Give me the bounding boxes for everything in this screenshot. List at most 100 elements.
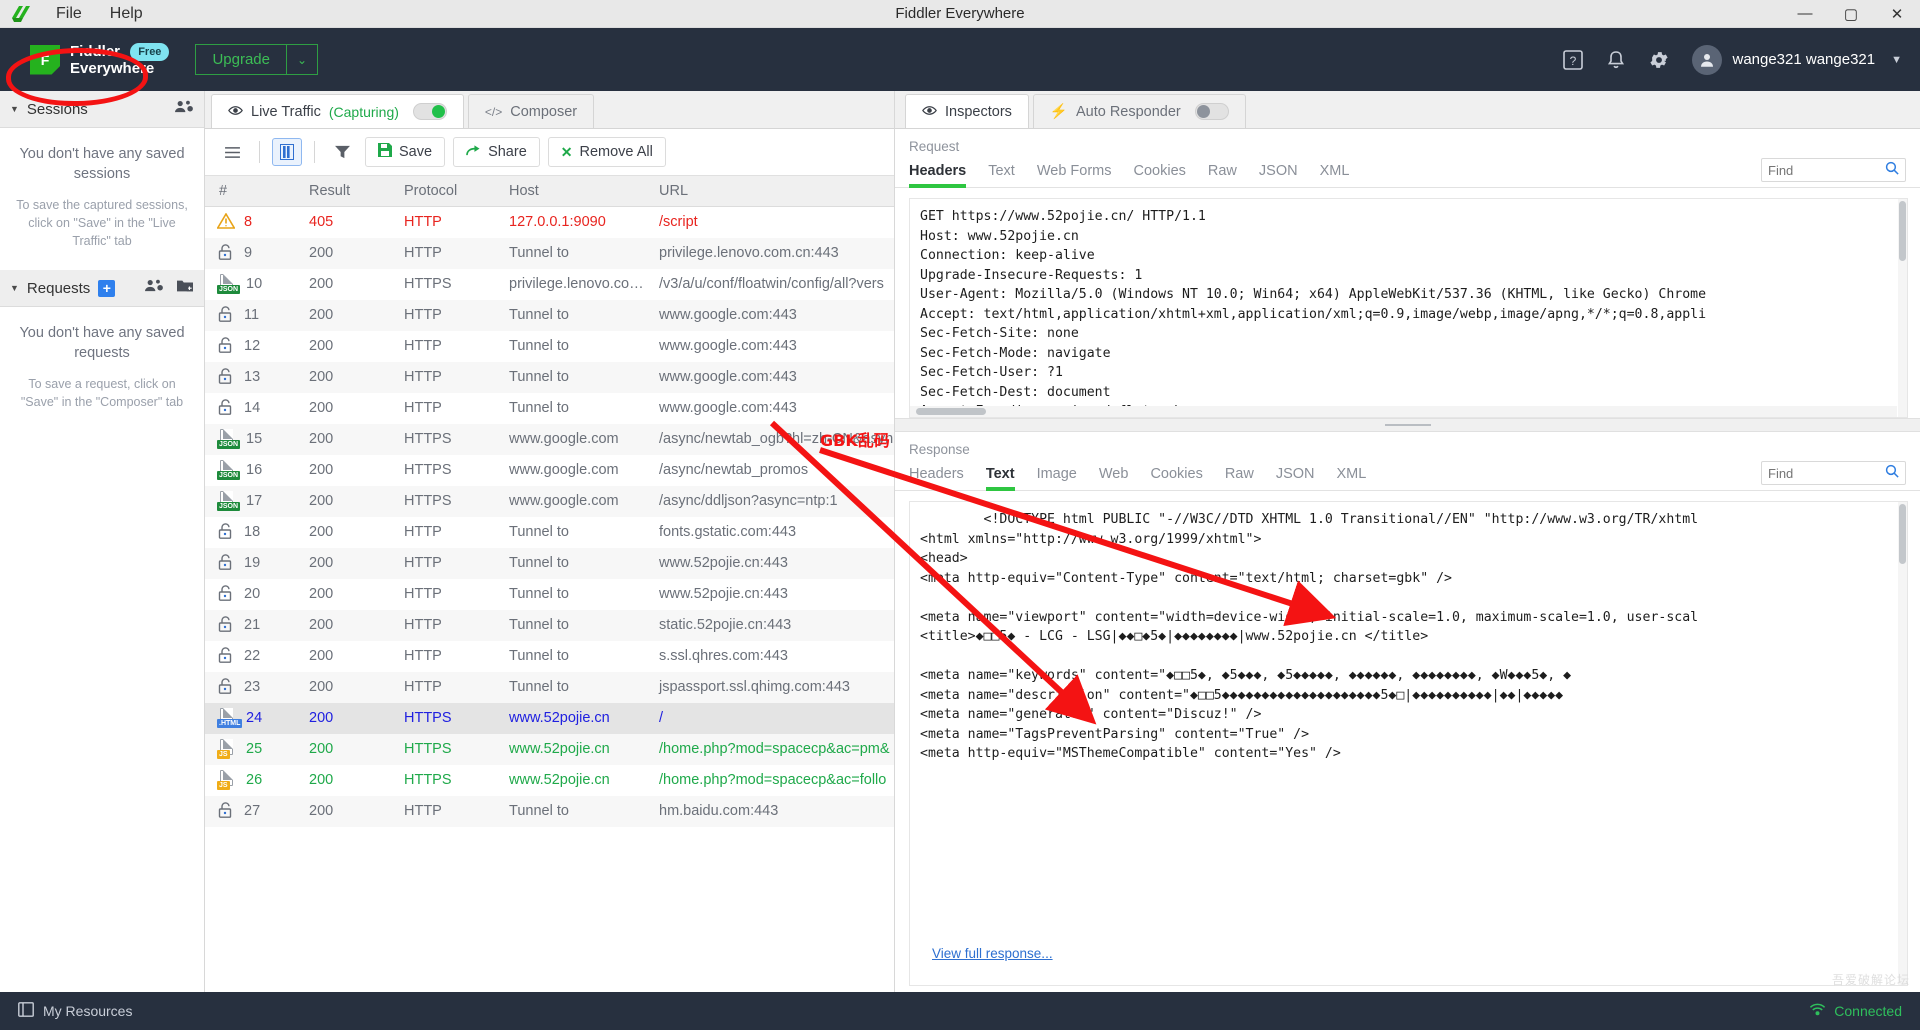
table-row[interactable]: 27 200 HTTP Tunnel to hm.baidu.com:443 xyxy=(205,796,894,827)
response-tab-text[interactable]: Text xyxy=(985,466,1015,491)
tab-composer[interactable]: </> Composer xyxy=(467,94,595,128)
response-tab-image[interactable]: Image xyxy=(1037,466,1077,490)
maximize-icon[interactable]: ▢ xyxy=(1828,0,1874,28)
response-find-input[interactable] xyxy=(1768,465,1885,481)
row-number: 22 xyxy=(244,648,261,664)
gear-icon[interactable] xyxy=(1648,49,1670,71)
table-row[interactable]: 14 200 HTTP Tunnel to www.google.com:443 xyxy=(205,393,894,424)
tab-live-traffic[interactable]: Live Traffic (Capturing) xyxy=(211,94,464,128)
minimize-icon[interactable]: — xyxy=(1782,0,1828,28)
request-tab-text[interactable]: Text xyxy=(988,163,1015,187)
table-row[interactable]: JSON 16 200 HTTPS www.google.com/async/newta… xyxy=(205,455,894,486)
bolt-icon: ⚡ xyxy=(1049,104,1068,120)
response-tab-xml[interactable]: XML xyxy=(1337,466,1367,490)
table-row[interactable]: 13 200 HTTP Tunnel to www.google.com:443 xyxy=(205,362,894,393)
request-find-input[interactable] xyxy=(1768,162,1885,178)
upgrade-chevron-down-icon[interactable]: ⌄ xyxy=(286,44,319,75)
funnel-icon[interactable] xyxy=(327,138,357,166)
table-row[interactable]: 11 200 HTTP Tunnel to www.google.com:443 xyxy=(205,300,894,331)
share-button[interactable]: Share xyxy=(453,137,540,167)
search-icon[interactable] xyxy=(1885,161,1899,180)
response-vertical-scrollbar[interactable] xyxy=(1898,502,1907,985)
response-find-box[interactable] xyxy=(1761,461,1906,485)
response-tab-json[interactable]: JSON xyxy=(1276,466,1315,490)
column-header-host[interactable]: Host xyxy=(495,175,645,207)
save-button[interactable]: Save xyxy=(365,137,446,167)
search-icon[interactable] xyxy=(1885,464,1899,483)
sidebar-section-sessions[interactable]: ▼ Sessions xyxy=(0,91,204,128)
tab-auto-responder[interactable]: ⚡ Auto Responder xyxy=(1032,94,1246,128)
request-tab-web-forms[interactable]: Web Forms xyxy=(1037,163,1112,187)
new-folder-icon[interactable] xyxy=(176,278,194,299)
table-row[interactable]: JSON 10 200 HTTPS privilege.lenovo.com... /v3… xyxy=(205,269,894,300)
cell-host: www.52pojie.cn xyxy=(509,710,610,726)
hamburger-icon[interactable] xyxy=(217,138,247,166)
table-row[interactable]: JS 26 200 HTTPS www.52pojie.cn/home.php?mod=… xyxy=(205,765,894,796)
requests-manage-icon[interactable] xyxy=(145,278,164,299)
column-header-protocol[interactable]: Protocol xyxy=(390,175,495,207)
user-chevron-down-icon[interactable]: ▼ xyxy=(1891,54,1902,66)
scroll-thumb[interactable] xyxy=(1899,504,1906,564)
tab-inspectors[interactable]: Inspectors xyxy=(905,94,1029,128)
menu-file[interactable]: File xyxy=(42,0,96,28)
capture-toggle[interactable] xyxy=(412,103,447,120)
cell-protocol: HTTPS xyxy=(404,276,452,292)
table-row[interactable]: 9 200 HTTP Tunnel to privilege.lenovo.com.cn… xyxy=(205,238,894,269)
chevron-down-icon[interactable]: ▼ xyxy=(10,283,19,293)
header-actions: ? wange321 wange321 ▼ xyxy=(1562,44,1902,75)
sessions-manage-icon[interactable] xyxy=(175,99,194,120)
close-icon[interactable]: ✕ xyxy=(1874,0,1920,28)
column-header-url[interactable]: URL xyxy=(645,175,894,207)
upgrade-button[interactable]: Upgrade xyxy=(195,44,287,75)
columns-icon[interactable] xyxy=(272,138,302,166)
table-row[interactable]: 8 405 HTTP 127.0.0.1:9090/script xyxy=(205,207,894,238)
response-tab-raw[interactable]: Raw xyxy=(1225,466,1254,490)
bell-icon[interactable] xyxy=(1606,49,1626,71)
status-bar: My Resources Connected xyxy=(0,992,1920,1030)
add-request-button[interactable]: + xyxy=(98,279,116,297)
table-row[interactable]: JSON 17 200 HTTPS www.google.com/async/ddljs… xyxy=(205,486,894,517)
view-full-response-link[interactable]: View full response... xyxy=(932,946,1053,961)
response-tab-headers[interactable]: Headers xyxy=(909,466,964,490)
chevron-down-icon[interactable]: ▼ xyxy=(10,104,19,114)
response-body-viewer[interactable]: <!DOCTYPE html PUBLIC "-//W3C//DTD XHTML… xyxy=(909,501,1908,986)
request-tab-json[interactable]: JSON xyxy=(1259,163,1298,187)
table-row[interactable]: JS 25 200 HTTPS www.52pojie.cn/home.php?mod=… xyxy=(205,734,894,765)
table-row[interactable]: 23 200 HTTP Tunnel to jspassport.ssl.qhimg.c… xyxy=(205,672,894,703)
request-tab-xml[interactable]: XML xyxy=(1320,163,1350,187)
remove-all-button[interactable]: ✕ Remove All xyxy=(547,137,666,167)
sidebar-section-requests[interactable]: ▼ Requests + xyxy=(0,270,204,307)
toolbar-divider xyxy=(259,141,260,163)
scroll-thumb[interactable] xyxy=(916,408,986,415)
user-menu[interactable]: wange321 wange321 ▼ xyxy=(1692,44,1902,75)
table-row[interactable]: JSON 15 200 HTTPS www.google.com/async/newta… xyxy=(205,424,894,455)
request-headers-text: GET https://www.52pojie.cn/ HTTP/1.1 Hos… xyxy=(920,209,1707,417)
request-vertical-scrollbar[interactable] xyxy=(1898,199,1907,417)
request-body-viewer[interactable]: GET https://www.52pojie.cn/ HTTP/1.1 Hos… xyxy=(909,198,1908,418)
menu-help[interactable]: Help xyxy=(96,0,157,28)
request-tab-raw[interactable]: Raw xyxy=(1208,163,1237,187)
request-find-box[interactable] xyxy=(1761,158,1906,182)
cell-url: privilege.lenovo.com.cn:443 xyxy=(659,245,839,261)
sessions-empty-hint: To save the captured sessions, click on … xyxy=(16,198,188,248)
request-tab-cookies[interactable]: Cookies xyxy=(1134,163,1186,187)
window-controls: — ▢ ✕ xyxy=(1782,0,1920,28)
request-horizontal-scrollbar[interactable] xyxy=(910,406,1897,417)
my-resources-button[interactable]: My Resources xyxy=(18,1002,132,1020)
column-header-number[interactable]: # xyxy=(205,175,295,207)
table-row[interactable]: 18 200 HTTP Tunnel to fonts.gstatic.com:443 xyxy=(205,517,894,548)
table-row[interactable]: 21 200 HTTP Tunnel to static.52pojie.cn:443 xyxy=(205,610,894,641)
request-tab-headers[interactable]: Headers xyxy=(909,163,967,188)
table-row[interactable]: 20 200 HTTP Tunnel to www.52pojie.cn:443 xyxy=(205,579,894,610)
response-tab-web[interactable]: Web xyxy=(1099,466,1129,490)
response-tab-cookies[interactable]: Cookies xyxy=(1150,466,1202,490)
auto-responder-toggle[interactable] xyxy=(1194,103,1229,120)
table-row[interactable]: 12 200 HTTP Tunnel to www.google.com:443 xyxy=(205,331,894,362)
help-icon[interactable]: ? xyxy=(1562,49,1584,71)
table-row[interactable]: 22 200 HTTP Tunnel to s.ssl.qhres.com:443 xyxy=(205,641,894,672)
inspector-splitter[interactable] xyxy=(895,418,1920,432)
scroll-thumb[interactable] xyxy=(1899,201,1906,261)
table-row[interactable]: .HTML 24 200 HTTPS www.52pojie.cn / xyxy=(205,703,894,734)
column-header-result[interactable]: Result xyxy=(295,175,390,207)
table-row[interactable]: 19 200 HTTP Tunnel to www.52pojie.cn:443 xyxy=(205,548,894,579)
